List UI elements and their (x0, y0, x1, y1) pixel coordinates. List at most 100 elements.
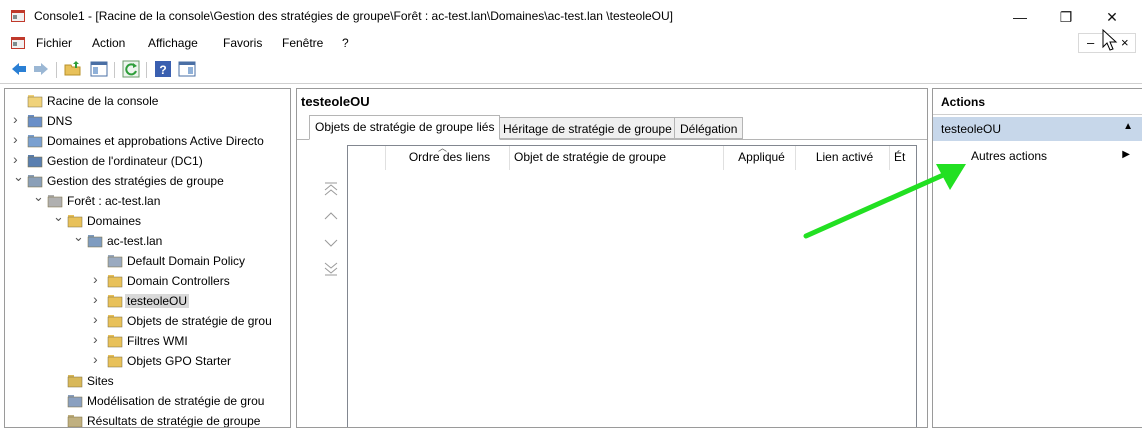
folder-icon (27, 95, 43, 108)
tree-item[interactable]: Résultats de stratégie de groupe (5, 411, 290, 428)
collapse-chevron-icon[interactable]: ⌄ (13, 170, 24, 183)
results-icon (67, 415, 83, 427)
tab-gpo-inheritance[interactable]: Héritage de stratégie de groupe (497, 117, 678, 139)
tree-item-label: testeoleOU (125, 294, 190, 308)
tab-delegation[interactable]: Délégation (674, 117, 744, 139)
tree-item-label: Racine de la console (47, 94, 159, 108)
tree-item[interactable]: › Gestion de l'ordinateur (DC1) (5, 151, 290, 171)
move-down-icon[interactable] (323, 235, 339, 251)
mdi-controls: – × (1078, 28, 1136, 53)
tree-item[interactable]: ⌄ Domaines (5, 210, 290, 231)
tree-item-label: Domain Controllers (127, 274, 230, 288)
move-up-icon[interactable] (323, 207, 339, 223)
menu-action[interactable]: Action (92, 36, 125, 50)
gpo-folder-icon (107, 315, 123, 328)
annotation-arrow-icon (803, 164, 966, 239)
mdi-close-button[interactable]: × (1121, 35, 1129, 50)
tree-item[interactable]: Sites (5, 371, 290, 391)
menu-fenetre[interactable]: Fenêtre (282, 36, 323, 50)
show-hide-action-pane-icon[interactable] (178, 60, 196, 78)
modeling-icon (67, 395, 83, 408)
sites-icon (67, 375, 83, 388)
tree-item[interactable]: › Objets GPO Starter (5, 351, 290, 371)
actions-header: Actions (933, 89, 1142, 115)
tree-item-label: Default Domain Policy (127, 254, 246, 268)
svg-text:?: ? (159, 63, 166, 77)
column-link-order[interactable]: Ordre des liens ︿ (386, 146, 510, 170)
mdi-minimize-button[interactable]: – (1087, 35, 1094, 50)
menu-favoris[interactable]: Favoris (223, 36, 262, 50)
mmc-console-icon (11, 10, 25, 22)
sort-ascending-icon: ︿ (438, 146, 448, 153)
mouse-cursor-icon (1102, 28, 1118, 51)
tree-item-label: Modélisation de stratégie de grou (87, 394, 265, 408)
expand-chevron-icon[interactable]: › (93, 272, 103, 286)
tree-item[interactable]: › DNS (5, 111, 290, 131)
actions-pane: Actions testeoleOU ▲ Autres actions ▶ (932, 88, 1142, 428)
refresh-icon[interactable] (122, 60, 140, 78)
tree-item-label: Gestion des stratégies de groupe (47, 174, 224, 188)
tree-item-label: Forêt : ac-test.lan (67, 194, 161, 208)
actions-group-testeoleou[interactable]: testeoleOU ▲ (933, 117, 1142, 141)
tree-item[interactable]: Default Domain Policy (5, 251, 290, 271)
gpmc-icon (27, 175, 43, 188)
tree-item-label: Sites (87, 374, 114, 388)
column-gpo[interactable]: Objet de stratégie de groupe (510, 146, 724, 170)
up-folder-icon[interactable] (64, 60, 82, 78)
expand-chevron-icon[interactable]: › (13, 152, 23, 166)
starter-gpo-folder-icon (107, 355, 123, 368)
results-title: testeoleOU (301, 94, 370, 109)
ou-icon (107, 295, 123, 308)
expand-chevron-icon[interactable]: › (93, 292, 103, 306)
minimize-button[interactable]: — (1000, 4, 1040, 30)
restore-button[interactable]: ❐ (1046, 4, 1086, 30)
tree-item[interactable]: › testeoleOU (5, 291, 290, 311)
tree-item[interactable]: Modélisation de stratégie de grou (5, 391, 290, 411)
expand-chevron-icon[interactable]: › (93, 352, 103, 366)
help-icon[interactable]: ? (154, 60, 172, 78)
forward-arrow-icon[interactable] (32, 60, 50, 78)
collapse-chevron-icon[interactable]: ⌄ (33, 190, 44, 203)
wmi-folder-icon (107, 335, 123, 348)
expand-chevron-icon[interactable]: › (93, 312, 103, 326)
show-hide-tree-icon[interactable] (90, 60, 108, 78)
window-title: Console1 - [Racine de la console\Gestion… (34, 9, 673, 23)
collapse-chevron-icon[interactable]: ⌄ (53, 210, 64, 223)
collapse-up-icon[interactable]: ▲ (1123, 121, 1133, 132)
dns-icon (27, 115, 43, 128)
column-enforced[interactable]: Appliqué (724, 146, 796, 170)
menu-affichage[interactable]: Affichage (148, 36, 198, 50)
tree-item[interactable]: ⌄ ac-test.lan (5, 230, 290, 251)
close-button[interactable]: ✕ (1092, 4, 1132, 30)
collapse-chevron-icon[interactable]: ⌄ (73, 230, 84, 243)
expand-chevron-icon[interactable]: › (13, 132, 23, 146)
submenu-arrow-icon: ▶ (1122, 149, 1130, 160)
menu-help[interactable]: ? (342, 36, 349, 50)
column-link-order-label: Ordre des liens (408, 150, 491, 164)
tree-item[interactable]: › Objets de stratégie de grou (5, 311, 290, 331)
tree-item[interactable]: ⌄ Gestion des stratégies de groupe (5, 170, 290, 191)
results-pane: testeoleOU Objets de stratégie de groupe… (296, 88, 928, 428)
expand-chevron-icon[interactable]: › (13, 112, 23, 126)
console-tree-pane[interactable]: Racine de la console › DNS › Domaines et app… (4, 88, 291, 428)
menu-fichier[interactable]: Fichier (36, 36, 72, 50)
title-bar: Console1 - [Racine de la console\Gestion… (0, 0, 1142, 32)
tree-item[interactable]: ⌄ Forêt : ac-test.lan (5, 190, 290, 211)
move-to-top-icon[interactable] (323, 181, 339, 197)
menu-bar: Fichier Action Affichage Favoris Fenêtre… (0, 32, 1142, 54)
expand-chevron-icon[interactable]: › (93, 332, 103, 346)
move-to-bottom-icon[interactable] (323, 261, 339, 277)
back-arrow-icon[interactable] (10, 60, 28, 78)
more-actions-item[interactable]: Autres actions (971, 149, 1047, 163)
tree-item-label: Objets de stratégie de grou (127, 314, 272, 328)
tree-item-label: Résultats de stratégie de groupe (87, 414, 261, 428)
tree-item[interactable]: › Domain Controllers (5, 271, 290, 291)
tab-linked-gpos[interactable]: Objets de stratégie de groupe liés (309, 115, 501, 140)
tree-item-label: Domaines (87, 214, 142, 228)
actions-group-label: testeoleOU (941, 122, 1002, 136)
tree-item[interactable]: › Domaines et approbations Active Directo (5, 131, 290, 151)
tree-item[interactable]: › Filtres WMI (5, 331, 290, 351)
child-window-icon[interactable] (10, 35, 26, 51)
tree-item[interactable]: Racine de la console (5, 91, 290, 111)
gpo-link-icon (107, 255, 123, 268)
